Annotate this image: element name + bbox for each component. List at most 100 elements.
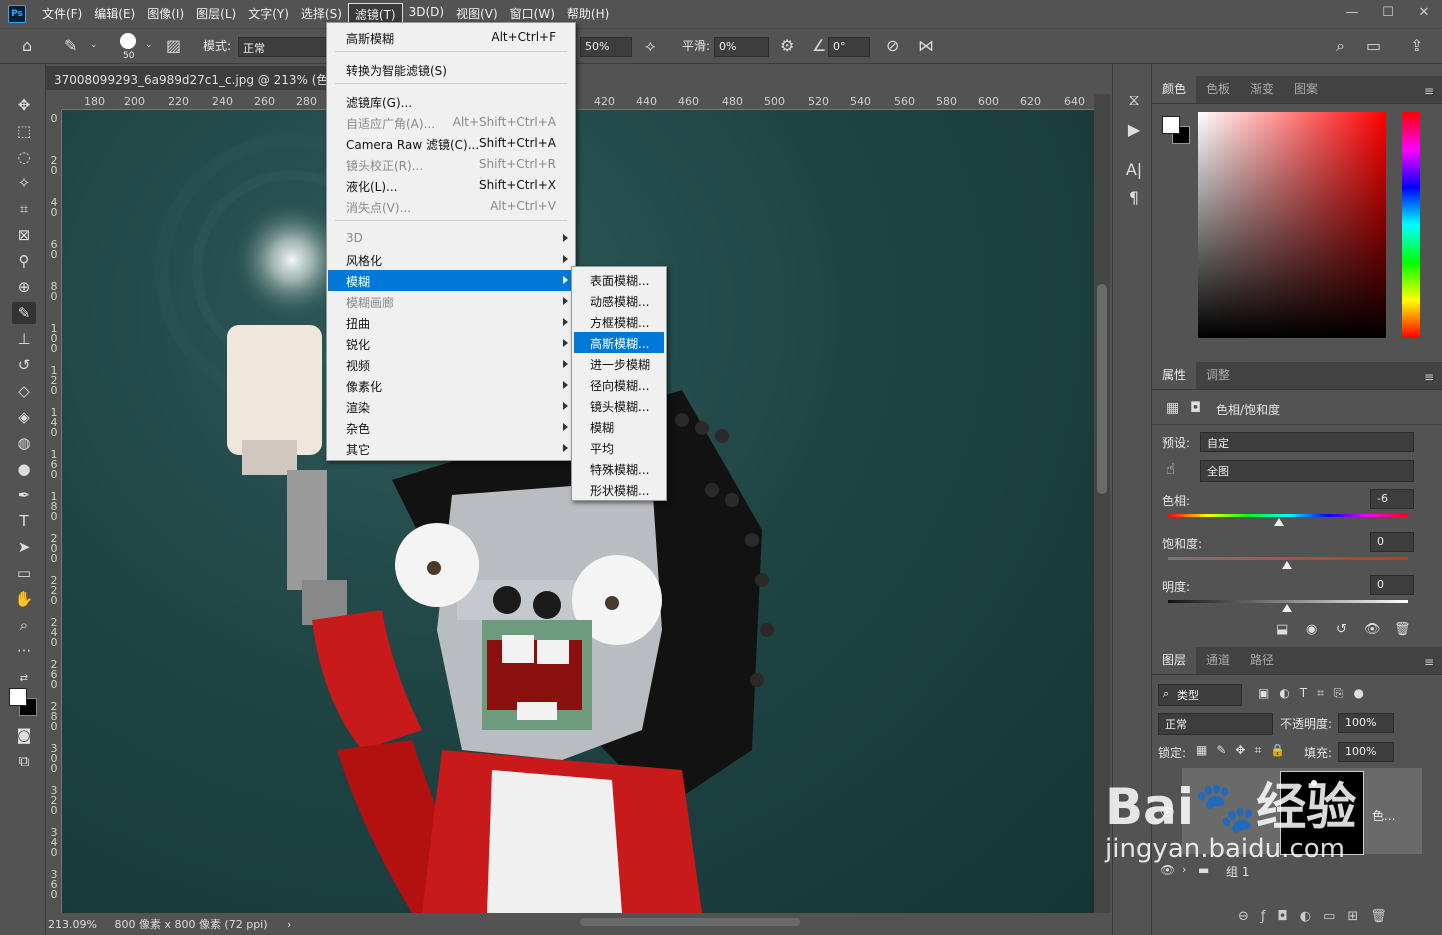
blur-submenu-item[interactable]: 形状模糊... — [574, 479, 664, 500]
magic-wand-icon[interactable]: ✧ — [12, 172, 36, 194]
layer-filter-icons[interactable]: ▣◐T⌗⎘● — [1258, 686, 1374, 701]
horizontal-scrollbar[interactable] — [300, 915, 1090, 929]
tab-swatches[interactable]: 色板 — [1196, 74, 1240, 103]
eyedropper-icon[interactable]: ⚲ — [12, 250, 36, 272]
filter-menu-item[interactable]: 其它 — [328, 438, 574, 459]
color-saturation-field[interactable] — [1198, 112, 1386, 338]
filter-menu-item[interactable]: 高斯模糊 Alt+Ctrl+F — [328, 27, 574, 48]
layer-mask-thumbnail[interactable] — [1280, 771, 1364, 855]
vertical-scrollbar[interactable] — [1094, 94, 1110, 913]
menu-4[interactable]: 文字(Y) — [242, 3, 295, 26]
clip-to-layer-icon[interactable]: ⬓ — [1276, 622, 1288, 637]
tab-channels[interactable]: 通道 — [1196, 645, 1240, 674]
hue-slider[interactable] — [1402, 112, 1420, 338]
zoom-tool-icon[interactable]: ⌕ — [12, 614, 36, 636]
filter-menu-item[interactable]: 渲染 — [328, 396, 574, 417]
pressure-opacity-icon[interactable]: ⟡ — [645, 38, 656, 54]
targeted-adjust-hand-icon[interactable]: ☝ — [1166, 460, 1175, 478]
pressure-size-icon[interactable]: ⊘ — [886, 38, 899, 54]
screen-mode-icon[interactable]: ⧉ — [12, 750, 36, 772]
lightness-slider[interactable] — [1168, 600, 1408, 603]
brush-panel-icon[interactable]: ▨ — [166, 38, 181, 54]
healing-brush-icon[interactable]: ⊕ — [12, 276, 36, 298]
brush-tool-icon[interactable]: ✎ — [12, 302, 36, 324]
lightness-input[interactable]: 0 — [1370, 575, 1414, 595]
filter-menu-item[interactable]: 杂色 — [328, 417, 574, 438]
minimize-icon[interactable]: — — [1334, 0, 1370, 24]
maximize-icon[interactable]: ☐ — [1370, 0, 1406, 24]
chevron-right-icon[interactable]: › — [1182, 863, 1186, 876]
pen-tool-icon[interactable]: ✒ — [12, 484, 36, 506]
swap-colors-icon[interactable]: ⇄ — [12, 668, 36, 690]
rectangle-tool-icon[interactable]: ▭ — [12, 562, 36, 584]
smooth-input[interactable]: 0% — [714, 37, 769, 57]
group-name[interactable]: 组 1 — [1226, 863, 1249, 880]
layer-name[interactable]: 色... — [1372, 807, 1395, 824]
preset-select[interactable]: 自定 — [1200, 432, 1414, 452]
panel-menu-icon[interactable]: ≡ — [1424, 655, 1434, 669]
filter-menu-item[interactable]: 液化(L)... Shift+Ctrl+X — [328, 175, 574, 196]
quick-mask-icon[interactable]: ◙ — [12, 724, 36, 746]
lasso-tool-icon[interactable]: ◌ — [12, 146, 36, 168]
blur-submenu-item[interactable]: 高斯模糊... — [574, 332, 664, 353]
filter-menu-item[interactable]: 像素化 — [328, 375, 574, 396]
tab-patterns[interactable]: 图案 — [1284, 74, 1328, 103]
hue-slider-thumb[interactable] — [1274, 518, 1284, 526]
layer-footer-icons[interactable]: ⊖ƒ◘◐▭⊞🗑 — [1238, 909, 1399, 924]
document-tab[interactable]: 37008099293_6a989d27c1_c.jpg @ 213% (色相/… — [46, 66, 326, 90]
blur-submenu-item[interactable]: 表面模糊... — [574, 269, 664, 290]
blur-submenu-item[interactable]: 模糊 — [574, 416, 664, 437]
filter-menu-item[interactable]: 视频 — [328, 354, 574, 375]
layer-filter-select[interactable]: 类型 — [1158, 684, 1242, 706]
dodge-tool-icon[interactable]: ● — [12, 458, 36, 480]
visibility-eye-icon[interactable]: 👁 — [1160, 805, 1175, 819]
filter-menu-item[interactable]: 模糊 — [328, 270, 574, 291]
blur-submenu-item[interactable]: 平均 — [574, 437, 664, 458]
blur-submenu-item[interactable]: 动感模糊... — [574, 290, 664, 311]
vertical-scroll-thumb[interactable] — [1097, 284, 1107, 494]
tab-color[interactable]: 颜色 — [1152, 74, 1197, 103]
trash-icon[interactable]: 🗑 — [1394, 622, 1411, 637]
search-icon[interactable]: ⌕ — [1336, 38, 1345, 54]
filter-menu-item[interactable]: 风格化 — [328, 249, 574, 270]
type-tool-icon[interactable]: T — [12, 510, 36, 532]
image-canvas[interactable] — [62, 110, 1094, 913]
angle-input[interactable]: 0° — [828, 37, 870, 57]
blend-mode-select[interactable]: 正常 — [1158, 713, 1273, 735]
blur-submenu-item[interactable]: 径向模糊... — [574, 374, 664, 395]
chevron-down-icon[interactable]: ⌄ — [145, 41, 153, 50]
tab-gradients[interactable]: 渐变 — [1240, 74, 1284, 103]
gear-icon[interactable]: ⚙ — [780, 38, 794, 54]
brush-preset-icon[interactable]: ✎ — [64, 38, 77, 54]
saturation-slider-thumb[interactable] — [1282, 561, 1292, 569]
reset-icon[interactable]: ↺ — [1336, 622, 1347, 637]
zoom-input[interactable]: 50% — [580, 37, 632, 57]
color-fg-swatch[interactable] — [1162, 116, 1180, 134]
chevron-down-icon[interactable]: ⌄ — [90, 41, 98, 50]
symmetry-icon[interactable]: ⋈ — [918, 38, 934, 54]
fill-input[interactable]: 100% — [1338, 742, 1394, 762]
mode-select[interactable]: 正常 — [238, 37, 328, 57]
tab-properties[interactable]: 属性 — [1152, 360, 1197, 389]
share-icon[interactable]: ⇪ — [1410, 38, 1423, 54]
filter-menu-item[interactable]: 转换为智能滤镜(S) — [328, 59, 574, 80]
hue-input[interactable]: -6 — [1370, 489, 1414, 509]
history-brush-icon[interactable]: ↺ — [12, 354, 36, 376]
blur-submenu-item[interactable]: 进一步模糊 — [574, 353, 664, 374]
workspace-icon[interactable]: ▭ — [1366, 38, 1381, 54]
panel-menu-icon[interactable]: ≡ — [1424, 84, 1434, 98]
crop-tool-icon[interactable]: ⌗ — [12, 198, 36, 220]
menu-0[interactable]: 文件(F) — [36, 3, 88, 26]
mask-icon[interactable]: ◘ — [1190, 400, 1201, 416]
stamp-tool-icon[interactable]: ⊥ — [12, 328, 36, 350]
more-tools-icon[interactable]: ··· — [12, 640, 36, 662]
visibility-eye-icon[interactable]: 👁 — [1364, 622, 1381, 637]
lock-icons[interactable]: ▦✎✥⌗🔒 — [1196, 743, 1294, 758]
hand-tool-icon[interactable]: ✋ — [12, 588, 36, 610]
paragraph-icon[interactable]: ¶ — [1123, 188, 1145, 207]
lightness-slider-thumb[interactable] — [1282, 604, 1292, 612]
hue-adjust-slider[interactable] — [1168, 514, 1408, 517]
blur-submenu-item[interactable]: 特殊模糊... — [574, 458, 664, 479]
menu-1[interactable]: 编辑(E) — [88, 3, 141, 26]
character-icon[interactable]: A| — [1123, 160, 1145, 179]
